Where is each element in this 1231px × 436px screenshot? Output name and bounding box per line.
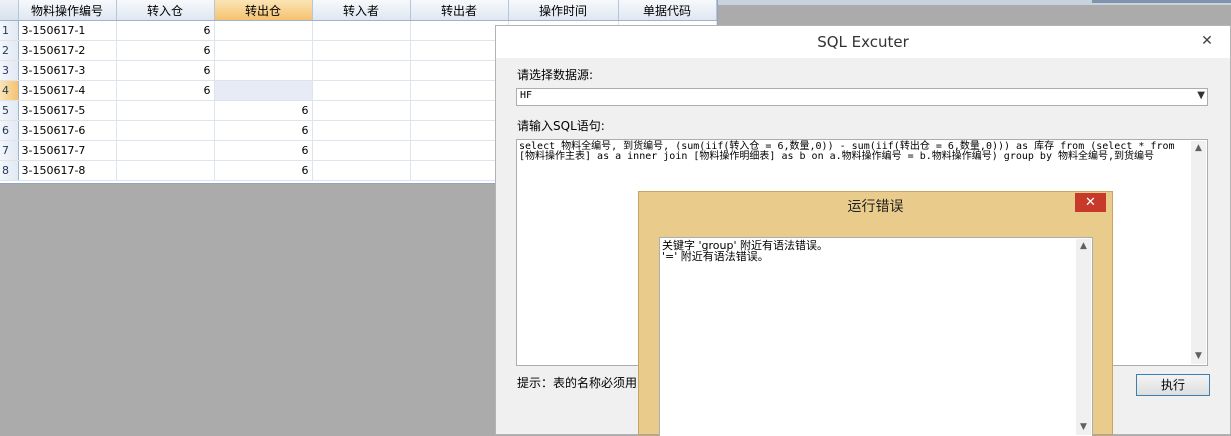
cell[interactable] <box>410 120 509 141</box>
cell-code[interactable]: 3-150617-5 <box>18 100 117 121</box>
window-title: SQL Excuter <box>496 26 1230 58</box>
cell-out[interactable] <box>214 40 313 61</box>
datasource-value: HF <box>520 90 533 101</box>
cell-in[interactable]: 6 <box>116 20 215 41</box>
cell[interactable] <box>312 140 411 161</box>
column-header-in-operator[interactable]: 转入者 <box>312 0 411 21</box>
column-header-transfer-out[interactable]: 转出仓 <box>214 0 313 21</box>
cell-out[interactable] <box>214 60 313 81</box>
cell-out[interactable]: 6 <box>214 120 313 141</box>
cell[interactable] <box>410 160 509 181</box>
cell[interactable] <box>312 120 411 141</box>
cell-code[interactable]: 3-150617-4 <box>18 80 117 101</box>
cell-out[interactable] <box>214 20 313 41</box>
sql-label: 请输入SQL语句: <box>517 119 605 133</box>
cell[interactable] <box>312 160 411 181</box>
cell[interactable] <box>312 20 411 41</box>
cell-in[interactable]: 6 <box>116 80 215 101</box>
cell-in[interactable] <box>116 100 215 121</box>
cell-code[interactable]: 3-150617-2 <box>18 40 117 61</box>
cell-in[interactable]: 6 <box>116 60 215 81</box>
cell[interactable] <box>410 100 509 121</box>
cell[interactable] <box>410 140 509 161</box>
cell[interactable] <box>410 40 509 61</box>
cell-out[interactable]: 6 <box>214 140 313 161</box>
scroll-up-icon[interactable]: ▲ <box>1191 141 1206 156</box>
row-header[interactable]: 3 <box>0 60 19 81</box>
scroll-down-icon[interactable]: ▼ <box>1191 349 1206 364</box>
execute-button[interactable]: 执行 <box>1136 374 1210 396</box>
row-header[interactable]: 1 <box>0 20 19 41</box>
row-header[interactable]: 5 <box>0 100 19 121</box>
row-header[interactable]: 8 <box>0 160 19 181</box>
scroll-up-icon[interactable]: ▲ <box>1076 239 1091 254</box>
column-header-out-operator[interactable]: 转出者 <box>410 0 509 21</box>
column-header-doc-code[interactable]: 单据代码 <box>618 0 717 21</box>
grid-corner[interactable] <box>0 0 19 21</box>
vertical-scrollbar[interactable]: ▲ ▼ <box>1191 141 1206 364</box>
cell-code[interactable]: 3-150617-3 <box>18 60 117 81</box>
cell[interactable] <box>410 80 509 101</box>
close-icon[interactable]: ✕ <box>1075 193 1106 212</box>
cell-out[interactable]: 6 <box>214 160 313 181</box>
error-dialog: 运行错误 ✕ 关键字 'group' 附近有语法错误。 '=' 附近有语法错误。… <box>638 191 1113 436</box>
cell[interactable] <box>312 100 411 121</box>
hint-text: 提示：表的名称必须用 <box>517 376 638 390</box>
close-icon[interactable]: ✕ <box>1196 32 1218 50</box>
cell[interactable] <box>312 80 411 101</box>
cell[interactable] <box>410 20 509 41</box>
cell-code[interactable]: 3-150617-6 <box>18 120 117 141</box>
cell-out[interactable]: 6 <box>214 100 313 121</box>
chevron-down-icon[interactable]: ▼ <box>1197 90 1205 101</box>
cell-in[interactable]: 6 <box>116 40 215 61</box>
row-header[interactable]: 6 <box>0 120 19 141</box>
cell-out-selected[interactable] <box>214 80 313 101</box>
vertical-scrollbar[interactable]: ▲ ▼ <box>1076 239 1091 435</box>
error-dialog-title: 运行错误 <box>847 199 904 215</box>
error-message: 关键字 'group' 附近有语法错误。 '=' 附近有语法错误。 <box>662 239 828 263</box>
background-strip-dark <box>1092 0 1231 3</box>
cell-in[interactable] <box>116 120 215 141</box>
cell[interactable] <box>312 40 411 61</box>
cell-code[interactable]: 3-150617-1 <box>18 20 117 41</box>
cell-code[interactable]: 3-150617-8 <box>18 160 117 181</box>
column-header-transfer-in[interactable]: 转入仓 <box>116 0 215 21</box>
error-message-box[interactable]: 关键字 'group' 附近有语法错误。 '=' 附近有语法错误。 ▲ ▼ <box>659 237 1093 436</box>
cell-in[interactable] <box>116 160 215 181</box>
row-header[interactable]: 7 <box>0 140 19 161</box>
grid-header-row: 物料操作编号 转入仓 转出仓 转入者 转出者 操作时间 单据代码 <box>0 0 717 21</box>
column-header-op-time[interactable]: 操作时间 <box>508 0 619 21</box>
cell[interactable] <box>312 60 411 81</box>
row-header[interactable]: 2 <box>0 40 19 61</box>
cell[interactable] <box>410 60 509 81</box>
cell-code[interactable]: 3-150617-7 <box>18 140 117 161</box>
datasource-select[interactable]: HF ▼ <box>516 88 1208 106</box>
datasource-label: 请选择数据源: <box>517 68 594 82</box>
sql-text: select 物料全编号, 到货编号, (sum(iif(转入仓 = 6,数量,… <box>519 141 1175 162</box>
cell-in[interactable] <box>116 140 215 161</box>
scroll-down-icon[interactable]: ▼ <box>1076 420 1091 435</box>
column-header-material-op-code[interactable]: 物料操作编号 <box>18 0 117 21</box>
row-header[interactable]: 4 <box>0 80 19 101</box>
